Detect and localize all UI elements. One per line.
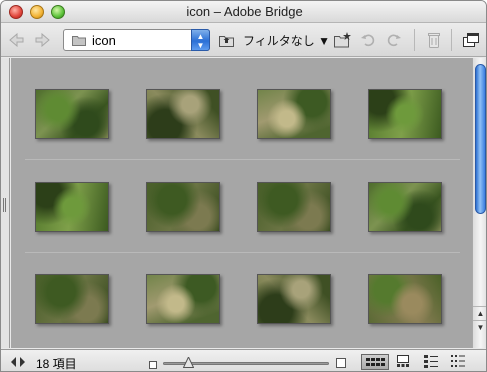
toolbar: icon ▲ ▼ フィルタなし ▼	[1, 23, 486, 57]
thumbnail[interactable]	[146, 182, 220, 232]
thumbnails-view-button[interactable]	[361, 354, 389, 370]
thumbnail[interactable]	[257, 89, 331, 139]
rotate-left-icon[interactable]	[360, 31, 376, 49]
thumbnail-grid	[11, 58, 472, 348]
versions-view-button[interactable]	[450, 354, 466, 370]
panel-splitter[interactable]	[1, 58, 10, 348]
folder-icon	[72, 36, 86, 46]
vertical-scrollbar[interactable]: ▲ ▼	[472, 58, 486, 348]
path-value: icon	[92, 33, 116, 48]
toggle-panels-icon[interactable]	[10, 356, 26, 371]
toolbar-separator	[451, 29, 452, 51]
thumbnail[interactable]	[35, 89, 109, 139]
thumbnail[interactable]	[257, 182, 331, 232]
thumbnail[interactable]	[368, 274, 442, 324]
thumbnail[interactable]	[368, 89, 442, 139]
bridge-window: icon – Adobe Bridge icon ▲ ▼ フィルタなし ▼ ▲ …	[0, 0, 487, 372]
forward-icon[interactable]	[35, 31, 51, 49]
filmstrip-view-button[interactable]	[396, 354, 412, 370]
status-bar: 18 項目	[1, 349, 486, 371]
scroll-down-arrow[interactable]: ▼	[473, 320, 486, 334]
trash-icon[interactable]	[427, 31, 441, 49]
splitter-grip[interactable]	[3, 198, 6, 212]
thumbnail[interactable]	[257, 274, 331, 324]
slider-knob[interactable]	[183, 357, 195, 368]
compact-mode-icon[interactable]	[462, 31, 480, 49]
up-folder-icon[interactable]	[218, 31, 236, 49]
filter-dropdown[interactable]: フィルタなし ▼	[243, 32, 330, 49]
thumbnail[interactable]	[146, 274, 220, 324]
path-selector[interactable]: icon ▲ ▼	[63, 29, 210, 51]
thumbnail[interactable]	[368, 182, 442, 232]
scroll-up-arrow[interactable]: ▲	[473, 306, 486, 320]
item-count: 18 項目	[36, 357, 77, 371]
toolbar-separator	[414, 29, 415, 51]
thumbnail-size-slider[interactable]	[163, 357, 329, 368]
thumbnail-row	[11, 58, 472, 152]
large-thumbnail-icon[interactable]	[336, 357, 346, 371]
small-thumbnail-icon[interactable]	[149, 358, 157, 371]
thumbnail[interactable]	[146, 89, 220, 139]
thumbnail[interactable]	[35, 182, 109, 232]
rotate-right-icon[interactable]	[386, 31, 402, 49]
thumbnail[interactable]	[35, 274, 109, 324]
thumbnail-row	[11, 244, 472, 338]
details-view-button[interactable]	[423, 354, 439, 370]
thumbnail-row	[11, 152, 472, 246]
title-bar: icon – Adobe Bridge	[1, 1, 486, 23]
window-title: icon – Adobe Bridge	[186, 4, 303, 19]
back-icon[interactable]	[8, 31, 24, 49]
new-folder-icon[interactable]	[334, 31, 352, 49]
scrollbar-thumb[interactable]	[475, 64, 486, 214]
path-dropdown-arrows[interactable]: ▲ ▼	[191, 29, 210, 51]
